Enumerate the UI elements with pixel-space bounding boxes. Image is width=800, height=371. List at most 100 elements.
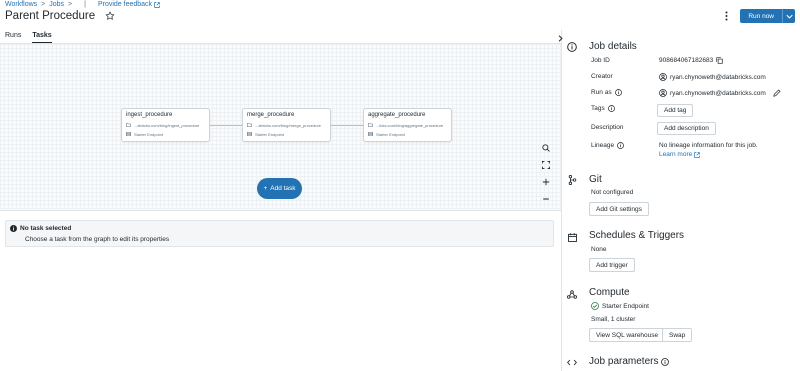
- calendar-icon: [567, 232, 577, 242]
- learn-more-label: Learn more: [659, 151, 693, 158]
- job-details-heading: Job details: [589, 41, 637, 52]
- chevron-right-icon[interactable]: [556, 34, 564, 42]
- task-node-merge[interactable]: merge_procedure ...abricks.com/blog/merg…: [242, 108, 331, 142]
- star-icon[interactable]: [105, 11, 115, 21]
- folder-icon: [247, 123, 252, 127]
- compute-endpoint: Starter Endpoint: [602, 302, 649, 310]
- add-description-button[interactable]: Add description: [657, 122, 716, 135]
- check-circle-icon: [591, 302, 599, 310]
- copy-icon[interactable]: [716, 57, 723, 64]
- page-title: Parent Procedure: [5, 10, 96, 22]
- notask-title-row: No task selected: [10, 225, 549, 232]
- task-compute-text: Starter Endpoint: [134, 131, 163, 137]
- task-path-text: ...ibks.com/blog/aggregate_procedure: [376, 122, 444, 128]
- info-icon[interactable]: [607, 105, 615, 112]
- task-node-aggregate[interactable]: aggregate_procedure ...ibks.com/blog/agg…: [363, 108, 452, 142]
- kebab-menu-icon[interactable]: [722, 10, 730, 22]
- compute-size: Small, 1 cluster: [591, 316, 636, 323]
- folder-icon: [126, 123, 131, 127]
- job-id-value-row: 908684067182683: [659, 57, 723, 64]
- tab-bar: Runs Tasks: [5, 32, 52, 43]
- job-id-label: Job ID: [591, 57, 610, 64]
- compute-endpoint-row: Starter Endpoint: [591, 302, 649, 310]
- title-row: Parent Procedure: [5, 8, 115, 24]
- zoom-out-icon[interactable]: [540, 193, 552, 205]
- breadcrumb-separator: >: [41, 1, 46, 8]
- creator-value: ryan.chynoweth@databricks.com: [670, 73, 766, 81]
- user-avatar-icon: [659, 89, 667, 97]
- breadcrumb-workflows[interactable]: Workflows: [5, 1, 37, 8]
- task-name: aggregate_procedure: [368, 112, 426, 118]
- search-icon[interactable]: [540, 142, 552, 154]
- info-filled-icon: [10, 225, 17, 232]
- fit-view-icon[interactable]: [540, 159, 552, 171]
- tab-runs[interactable]: Runs: [5, 32, 21, 43]
- graph-toolbar: [540, 142, 552, 205]
- job-details-title: Job details: [589, 41, 637, 52]
- add-trigger-button[interactable]: Add trigger: [589, 258, 635, 272]
- external-link-icon: [694, 151, 701, 158]
- task-path-text: ...abricks.com/blog/ingest_procedure: [134, 122, 200, 128]
- info-icon[interactable]: [617, 142, 625, 149]
- run-now-button[interactable]: Run now: [740, 9, 782, 23]
- provide-feedback-link[interactable]: Provide feedback: [98, 1, 160, 8]
- task-connector: [331, 125, 363, 126]
- tab-tasks[interactable]: Tasks: [32, 32, 52, 43]
- task-path-text: ...abricks.com/blog/merge_procedure: [255, 122, 322, 128]
- job-parameters-heading: Job parameters: [589, 356, 659, 367]
- run-as-value-row: ryan.chynoweth@databricks.com: [659, 89, 781, 97]
- cluster-icon: [368, 132, 373, 136]
- task-compute: Starter Endpoint: [368, 131, 447, 137]
- task-compute: Starter Endpoint: [247, 131, 326, 137]
- task-name: merge_procedure: [247, 112, 295, 118]
- job-parameters-title: Job parameters: [589, 356, 670, 367]
- view-sql-warehouse-button[interactable]: View SQL warehouse: [589, 328, 666, 342]
- notask-description: Choose a task from the graph to edit its…: [25, 236, 170, 243]
- breadcrumb-divider: |: [84, 1, 86, 8]
- add-git-settings-button[interactable]: Add Git settings: [589, 202, 649, 216]
- run-as-value: ryan.chynoweth@databricks.com: [670, 89, 766, 97]
- chevron-down-icon: [785, 14, 793, 19]
- external-link-icon: [154, 1, 160, 8]
- pencil-edit-icon[interactable]: [773, 89, 781, 97]
- task-path: ...abricks.com/blog/merge_procedure: [247, 122, 326, 128]
- learn-more-link[interactable]: Learn more: [659, 151, 701, 158]
- header-actions: Run now: [722, 8, 795, 24]
- lineage-label: Lineage: [591, 142, 615, 149]
- task-path: ...abricks.com/blog/ingest_procedure: [126, 122, 205, 128]
- git-branch-icon: [567, 175, 577, 185]
- run-now-group: Run now: [740, 9, 795, 23]
- info-icon[interactable]: [661, 357, 670, 366]
- task-node-ingest[interactable]: ingest_procedure ...abricks.com/blog/ing…: [121, 108, 210, 142]
- run-as-label-row: Run as: [591, 89, 622, 96]
- code-brackets-icon: [567, 357, 577, 367]
- description-label: Description: [591, 124, 624, 131]
- schedules-heading: Schedules & Triggers: [589, 230, 685, 241]
- git-status: Not configured: [591, 189, 634, 196]
- canvas-divider: [0, 210, 561, 211]
- user-avatar-icon: [659, 73, 667, 81]
- task-name: ingest_procedure: [126, 112, 173, 118]
- tags-label-row: Tags: [591, 105, 615, 112]
- creator-label: Creator: [591, 73, 613, 80]
- notask-title: No task selected: [20, 225, 72, 232]
- task-connector: [210, 125, 242, 126]
- task-compute-text: Starter Endpoint: [255, 131, 284, 137]
- job-id-value: 908684067182683: [659, 57, 714, 64]
- add-task-button[interactable]: + Add task: [257, 178, 302, 199]
- cluster-icon: [247, 132, 252, 136]
- add-task-label: Add task: [270, 185, 296, 192]
- run-now-dropdown[interactable]: [782, 9, 795, 23]
- compute-cluster-icon: [567, 289, 577, 299]
- compute-heading: Compute: [589, 287, 630, 298]
- add-tag-button[interactable]: Add tag: [657, 104, 694, 117]
- run-as-label: Run as: [591, 89, 612, 96]
- schedules-status: None: [591, 246, 607, 253]
- cluster-icon: [126, 132, 131, 136]
- panel-divider: [561, 30, 562, 371]
- zoom-in-icon[interactable]: [540, 176, 552, 188]
- swap-button[interactable]: Swap: [662, 328, 693, 342]
- tags-label: Tags: [591, 105, 605, 112]
- breadcrumb-jobs[interactable]: Jobs: [49, 1, 64, 8]
- info-icon[interactable]: [614, 89, 622, 96]
